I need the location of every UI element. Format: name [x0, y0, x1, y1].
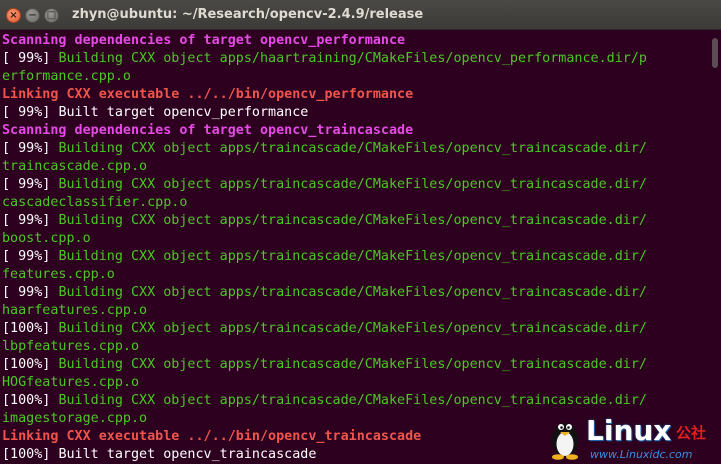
terminal-line: cascadeclassifier.cpp.o [2, 194, 711, 212]
progress-prefix: [100%] [2, 357, 59, 372]
terminal-line: [100%] Building CXX object apps/traincas… [2, 356, 711, 374]
line-text: Linking CXX executable ../../bin/opencv_… [2, 429, 422, 444]
terminal-line: [100%] Building CXX object apps/traincas… [2, 320, 711, 338]
terminal-line: Linking CXX executable ../../bin/opencv_… [2, 86, 711, 104]
watermark-cn-label: 公社 [676, 424, 707, 442]
terminal-line: [ 99%] Building CXX object apps/traincas… [2, 140, 711, 158]
terminal-line: Scanning dependencies of target opencv_p… [2, 32, 711, 50]
line-text: Building CXX object apps/traincascade/CM… [58, 357, 647, 372]
scrollbar-thumb[interactable] [712, 38, 718, 68]
line-text: Building CXX object apps/haartraining/CM… [58, 51, 647, 66]
line-text: Built target opencv_performance [58, 105, 309, 120]
line-text: Scanning dependencies of target opencv_t… [2, 123, 414, 138]
terminal-line: features.cpp.o [2, 266, 711, 284]
window-title: zhyn@ubuntu: ~/Research/opencv-2.4.9/rel… [72, 7, 424, 22]
progress-prefix: [ 99%] [2, 249, 59, 264]
terminal-line: lbpfeatures.cpp.o [2, 338, 711, 356]
progress-prefix: [ 99%] [2, 177, 59, 192]
line-text: Building CXX object apps/traincascade/CM… [58, 177, 647, 192]
terminal-scrollbar[interactable] [711, 30, 721, 464]
progress-prefix: [100%] [2, 393, 59, 408]
terminal-output[interactable]: Scanning dependencies of target opencv_p… [0, 30, 711, 464]
line-text: Linking CXX executable ../../bin/opencv_… [2, 87, 414, 102]
progress-prefix: [ 99%] [2, 213, 59, 228]
line-text: Built target opencv_traincascade [58, 447, 317, 462]
line-text: Building CXX object apps/traincascade/CM… [58, 213, 647, 228]
terminal-line: [ 99%] Building CXX object apps/traincas… [2, 248, 711, 266]
window-titlebar[interactable]: × − □ zhyn@ubuntu: ~/Research/opencv-2.4… [0, 0, 721, 30]
line-text: Scanning dependencies of target opencv_p… [2, 33, 406, 48]
terminal-line: [100%] Building CXX object apps/traincas… [2, 392, 711, 410]
watermark-url: www.Linuxidc.com [590, 448, 693, 461]
progress-prefix: [ 99%] [2, 105, 59, 120]
line-text: Building CXX object apps/traincascade/CM… [58, 285, 647, 300]
line-text: Building CXX object apps/traincascade/CM… [58, 249, 647, 264]
line-text: boost.cpp.o [2, 231, 91, 246]
progress-prefix: [100%] [2, 447, 59, 462]
progress-prefix: [ 99%] [2, 51, 59, 66]
terminal-line: erformance.cpp.o [2, 68, 711, 86]
terminal-line: haarfeatures.cpp.o [2, 302, 711, 320]
line-text: imagestorage.cpp.o [2, 411, 148, 426]
line-text: haarfeatures.cpp.o [2, 303, 148, 318]
terminal-line: [ 99%] Building CXX object apps/traincas… [2, 284, 711, 302]
terminal-line: [ 99%] Building CXX object apps/traincas… [2, 176, 711, 194]
terminal-line: Scanning dependencies of target opencv_t… [2, 122, 711, 140]
terminal-line: [ 99%] Building CXX object apps/haartrai… [2, 50, 711, 68]
progress-prefix: [ 99%] [2, 141, 59, 156]
line-text: HOGfeatures.cpp.o [2, 375, 140, 390]
line-text: traincascade.cpp.o [2, 159, 148, 174]
terminal-line: boost.cpp.o [2, 230, 711, 248]
line-text: lbpfeatures.cpp.o [2, 339, 140, 354]
terminal-line: [ 99%] Built target opencv_performance [2, 104, 711, 122]
terminal-line: [ 99%] Building CXX object apps/traincas… [2, 212, 711, 230]
line-text: Building CXX object apps/traincascade/CM… [58, 321, 647, 336]
terminal-line: traincascade.cpp.o [2, 158, 711, 176]
progress-prefix: [100%] [2, 321, 59, 336]
watermark-brand: Linux [586, 414, 672, 447]
line-text: cascadeclassifier.cpp.o [2, 195, 188, 210]
line-text: Building CXX object apps/traincascade/CM… [58, 141, 647, 156]
line-text: Building CXX object apps/traincascade/CM… [58, 393, 647, 408]
minimize-window-button[interactable]: − [25, 8, 40, 23]
terminal-line: HOGfeatures.cpp.o [2, 374, 711, 392]
close-window-button[interactable]: × [6, 8, 21, 23]
linuxidc-watermark: Linux 公社 www.Linuxidc.com [548, 412, 721, 464]
maximize-window-button[interactable]: □ [44, 8, 59, 23]
line-text: features.cpp.o [2, 267, 115, 282]
line-text: erformance.cpp.o [2, 69, 131, 84]
progress-prefix: [ 99%] [2, 285, 59, 300]
tux-penguin-icon [552, 423, 578, 460]
